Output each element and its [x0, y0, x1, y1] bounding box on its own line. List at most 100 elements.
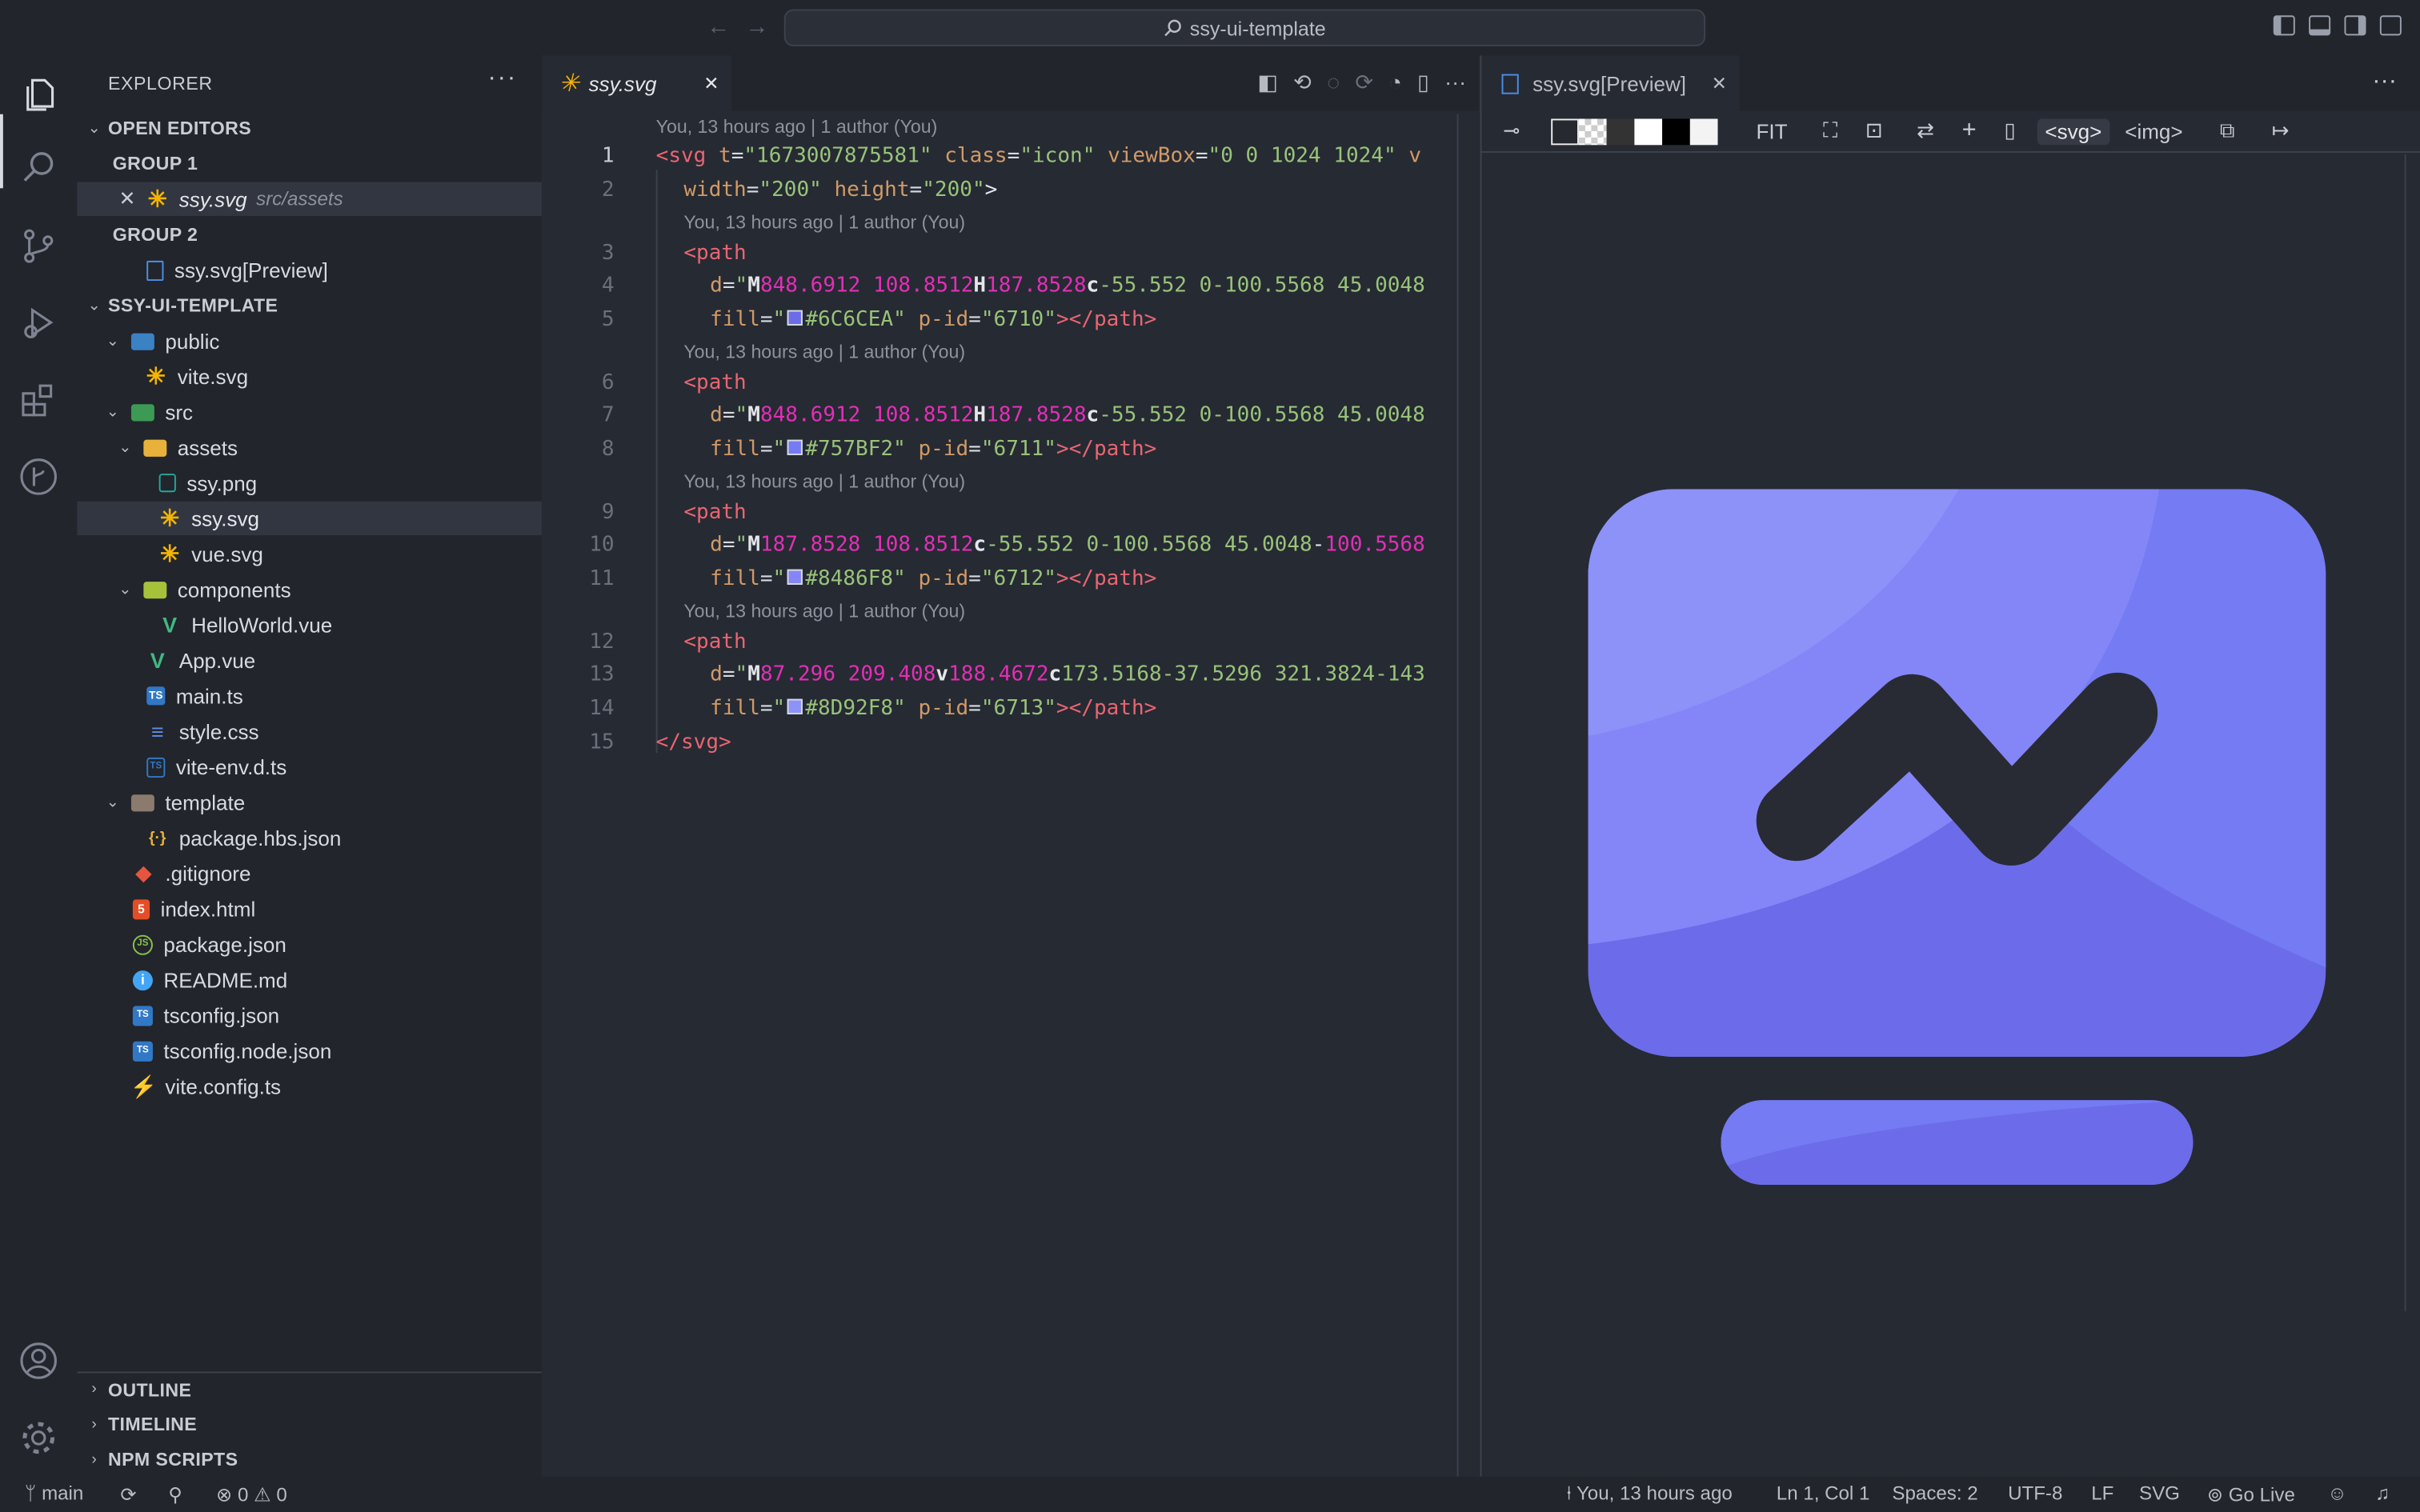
extensions-icon[interactable]	[18, 379, 58, 419]
search-icon[interactable]	[18, 148, 58, 188]
open-editor-preview[interactable]: ssy.svg[Preview]	[77, 253, 541, 286]
bg-light-swatch[interactable]	[1689, 118, 1718, 145]
tree-item[interactable]: ⌄ template	[77, 786, 541, 819]
codelens-blame[interactable]: You, 13 hours ago | 1 author (You)	[683, 600, 965, 622]
color-swatch[interactable]	[787, 310, 803, 326]
codelens-blame[interactable]: You, 13 hours ago | 1 author (You)	[656, 116, 938, 138]
tree-item[interactable]: V App.vue	[77, 643, 541, 677]
code-line-6[interactable]: <path	[683, 370, 746, 395]
tree-item[interactable]: ✳ vue.svg	[77, 537, 541, 570]
git-publish-icon[interactable]: ⚲	[168, 1482, 182, 1506]
command-center-search[interactable]: ssy-ui-template	[783, 9, 1706, 46]
tree-item[interactable]: ⌄ components	[77, 572, 541, 606]
more-actions-icon[interactable]: ···	[1444, 70, 1466, 96]
git-previous-change-icon[interactable]: ⟲	[1293, 70, 1312, 96]
codelens-blame[interactable]: You, 13 hours ago | 1 author (You)	[683, 211, 965, 233]
git-graph-icon[interactable]	[18, 457, 58, 497]
encoding-status[interactable]: UTF-8	[2008, 1482, 2062, 1504]
swap-icon[interactable]: ⇄	[1917, 118, 1934, 143]
customize-layout-icon[interactable]	[2379, 15, 2402, 36]
more-actions-icon[interactable]: ···	[2372, 68, 2397, 96]
code-line-4[interactable]: d="M848.6912 108.8512H187.8528c-55.552 0…	[710, 273, 1425, 298]
branch-status[interactable]: ᛘ main	[25, 1482, 83, 1504]
copy-icon[interactable]: ⧉	[2220, 118, 2235, 143]
codelens-blame[interactable]: You, 13 hours ago | 1 author (You)	[683, 341, 965, 362]
tree-item[interactable]: TS main.ts	[77, 679, 541, 713]
bg-white-swatch[interactable]	[1634, 118, 1662, 145]
code-line-10[interactable]: d="M187.8528 108.8512c-55.552 0-100.5568…	[710, 532, 1425, 557]
close-tab-icon[interactable]: ✕	[703, 73, 719, 94]
code-line-12[interactable]: <path	[683, 630, 746, 654]
indentation-status[interactable]: Spaces: 2	[1892, 1482, 1977, 1504]
tree-item[interactable]: ⌄ src	[77, 395, 541, 429]
tree-item[interactable]: TS tsconfig.node.json	[77, 1034, 541, 1067]
color-swatch[interactable]	[787, 569, 803, 585]
language-mode[interactable]: SVG	[2139, 1482, 2180, 1504]
tree-item[interactable]: ◆ .gitignore	[77, 856, 541, 890]
forward-arrow-icon[interactable]: →	[745, 14, 768, 40]
open-editors-header[interactable]: ⌄ OPEN EDITORS	[77, 111, 541, 145]
codelens-blame[interactable]: You, 13 hours ago | 1 author (You)	[683, 470, 965, 492]
tree-item[interactable]: {·} package.hbs.json	[77, 821, 541, 854]
fit-button[interactable]: FIT	[1757, 119, 1788, 142]
back-arrow-icon[interactable]: ←	[707, 14, 730, 40]
img-mode-button[interactable]: <img>	[2125, 119, 2182, 142]
code-line-9[interactable]: <path	[683, 500, 746, 525]
project-header[interactable]: ⌄ SSY-UI-TEMPLATE	[77, 289, 541, 322]
tree-item[interactable]: ssy.png	[77, 466, 541, 499]
code-line-3[interactable]: <path	[683, 241, 746, 266]
toggle-secondary-sidebar-icon[interactable]	[2344, 15, 2366, 36]
tree-item[interactable]: 5 index.html	[77, 892, 541, 926]
feedback-icon[interactable]: ☺	[2327, 1482, 2347, 1504]
tree-item[interactable]: JS package.json	[77, 927, 541, 961]
preview-scrollbar[interactable]	[2404, 154, 2420, 1312]
accounts-icon[interactable]	[18, 1341, 58, 1381]
blame-status[interactable]: ⍿ You, 13 hours ago	[1566, 1482, 1732, 1506]
split-editor-icon[interactable]: ▯	[1417, 70, 1429, 96]
code-line-7[interactable]: d="M848.6912 108.8512H187.8528c-55.552 0…	[710, 402, 1425, 427]
tree-item[interactable]: ⌄ assets	[77, 430, 541, 464]
svg-mode-button[interactable]: <svg>	[2037, 118, 2109, 145]
editor-scrollbar[interactable]	[1456, 114, 1459, 1477]
source-control-icon[interactable]	[18, 226, 58, 266]
npm-scripts-section[interactable]: › NPM SCRIPTS	[77, 1442, 541, 1476]
editor-tab-ssy-svg[interactable]: ✳ ssy.svg ✕	[541, 55, 732, 111]
timeline-section[interactable]: › TIMELINE	[77, 1407, 541, 1441]
toggle-primary-sidebar-icon[interactable]	[2273, 15, 2295, 36]
open-editor-ssy-svg[interactable]: ✕ ✳ ssy.svg src/assets	[77, 182, 542, 216]
export-arrow-icon[interactable]: ↦	[2272, 118, 2290, 143]
outline-section[interactable]: › OUTLINE	[77, 1371, 542, 1405]
open-preview-icon[interactable]: ◧	[1257, 70, 1278, 96]
tree-item[interactable]: TS tsconfig.json	[77, 998, 541, 1032]
toggle-panel-icon[interactable]	[2309, 15, 2331, 36]
tree-item[interactable]: ✳ vite.svg	[77, 359, 541, 393]
preview-tab[interactable]: ssy.svg[Preview] ✕	[1481, 55, 1740, 111]
pin-icon[interactable]: ⊸	[1503, 118, 1520, 143]
tree-item[interactable]: TS vite-env.d.ts	[77, 750, 541, 783]
color-swatch[interactable]	[787, 698, 803, 714]
add-icon[interactable]: +	[1962, 118, 1977, 146]
tree-item-selected[interactable]: ✳ ssy.svg	[77, 501, 542, 536]
explorer-icon[interactable]	[18, 74, 58, 114]
document-icon[interactable]: ▯	[2004, 118, 2015, 143]
code-line-5[interactable]: fill=" #6C6CEA" p-id="6710"></path>	[710, 307, 1156, 332]
bg-black-swatch[interactable]	[1661, 118, 1690, 145]
code-line-2[interactable]: width="200" height="200">	[683, 178, 997, 202]
more-actions-icon[interactable]: ···	[487, 65, 517, 93]
go-live-button[interactable]: ⊚ Go Live	[2207, 1482, 2295, 1506]
code-line-14[interactable]: fill=" #8D92F8" p-id="6713"></path>	[710, 696, 1156, 721]
sync-icon[interactable]: ⟳	[120, 1482, 136, 1506]
close-tab-icon[interactable]: ✕	[1712, 73, 1727, 94]
bg-checker-swatch[interactable]	[1578, 118, 1607, 145]
zoom-original-icon[interactable]: ⊡	[1865, 118, 1883, 143]
problems-status[interactable]: ⊗ 0 ⚠ 0	[216, 1482, 287, 1506]
eol-status[interactable]: LF	[2091, 1482, 2113, 1504]
git-history-icon[interactable]: ◔	[1388, 70, 1401, 96]
cursor-position[interactable]: Ln 1, Col 1	[1777, 1482, 1870, 1504]
tree-item[interactable]: i README.md	[77, 962, 541, 996]
git-revision-icon[interactable]: ◌	[1327, 70, 1340, 96]
code-line-11[interactable]: fill=" #8486F8" p-id="6712"></path>	[710, 566, 1156, 591]
code-line-15[interactable]: </svg>	[656, 730, 731, 754]
code-line-1[interactable]: <svg t="1673007875581" class="icon" view…	[656, 143, 1421, 168]
settings-gear-icon[interactable]	[18, 1418, 58, 1458]
